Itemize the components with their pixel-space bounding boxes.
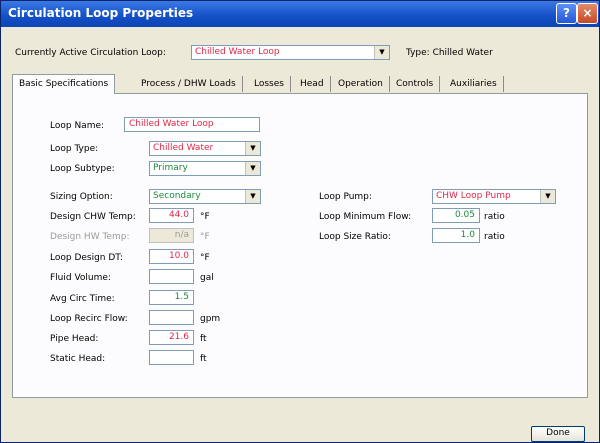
fluid-volume-label: Fluid Volume: [50,273,111,283]
loop-type-label: Loop Type: [50,144,99,154]
help-button[interactable]: ? [556,3,577,24]
tab-operation[interactable]: Operation [332,76,390,92]
tab-process-dhw-loads[interactable]: Process / DHW Loads [135,76,243,92]
design-hw-temp-input: n/a [149,228,194,243]
loop-pump-select[interactable]: CHW Loop Pump ▼ [432,189,556,204]
design-chw-temp-input[interactable]: 44.0 [149,208,194,223]
chevron-down-icon: ▼ [540,190,555,203]
loop-subtype-select[interactable]: Primary ▼ [149,161,261,176]
loop-design-dt-unit: °F [200,253,210,263]
fluid-volume-input[interactable] [149,269,194,284]
loop-min-flow-input[interactable]: 0.05 [432,208,480,223]
loop-size-ratio-input[interactable]: 1.0 [432,228,480,243]
pipe-head-input[interactable]: 21.6 [149,330,194,345]
title-bar: Circulation Loop Properties ? × [1,1,599,27]
pipe-head-unit: ft [200,334,207,344]
tab-auxiliaries[interactable]: Auxiliaries [444,76,504,92]
close-button[interactable]: × [577,3,598,24]
sizing-option-select[interactable]: Secondary ▼ [149,189,261,204]
fluid-volume-unit: gal [200,273,214,283]
loop-pump-label: Loop Pump: [319,192,372,202]
loop-min-flow-unit: ratio [484,212,505,222]
avg-circ-time-label: Avg Circ Time: [50,294,115,304]
loop-name-input[interactable]: Chilled Water Loop [124,117,260,132]
loop-type-select[interactable]: Chilled Water ▼ [149,141,261,156]
loop-subtype-label: Loop Subtype: [50,164,115,174]
static-head-label: Static Head: [50,354,106,364]
tab-panel-basic-specifications [12,93,588,398]
active-loop-label: Currently Active Circulation Loop: [15,48,166,58]
loop-recirc-flow-label: Loop Recirc Flow: [50,314,128,324]
tab-strip: Basic Specifications Process / DHW Loads… [12,74,588,94]
active-loop-value: Chilled Water Loop [195,47,280,57]
tab-losses[interactable]: Losses [248,76,291,92]
loop-min-flow-label: Loop Minimum Flow: [319,212,412,222]
chevron-down-icon: ▼ [245,190,260,203]
sizing-option-label: Sizing Option: [50,192,113,202]
tab-basic-specifications[interactable]: Basic Specifications [12,74,116,94]
chevron-down-icon: ▼ [245,142,260,155]
pipe-head-label: Pipe Head: [50,334,99,344]
static-head-unit: ft [200,354,207,364]
chevron-down-icon: ▼ [245,162,260,175]
loop-recirc-flow-unit: gpm [200,314,221,324]
design-hw-temp-unit: °F [200,232,210,242]
avg-circ-time-input[interactable]: 1.5 [149,290,194,305]
window-title: Circulation Loop Properties [8,6,194,20]
loop-recirc-flow-input[interactable] [149,310,194,325]
loop-size-ratio-label: Loop Size Ratio: [319,232,391,242]
active-loop-select[interactable]: Chilled Water Loop ▼ [191,45,390,60]
static-head-input[interactable] [149,350,194,365]
loop-size-ratio-unit: ratio [484,232,505,242]
loop-name-label: Loop Name: [50,121,105,131]
design-chw-temp-label: Design CHW Temp: [50,212,136,222]
tab-head[interactable]: Head [294,76,331,92]
loop-design-dt-input[interactable]: 10.0 [149,249,194,264]
loop-design-dt-label: Loop Design DT: [50,253,123,263]
tab-controls[interactable]: Controls [390,76,441,92]
design-hw-temp-label: Design HW Temp: [50,232,130,242]
done-button[interactable]: Done [531,426,585,442]
chevron-down-icon: ▼ [374,46,389,59]
design-chw-temp-unit: °F [200,212,210,222]
loop-type-text: Type: Chilled Water [406,48,493,58]
dialog-window: Circulation Loop Properties ? × Currentl… [0,0,600,443]
